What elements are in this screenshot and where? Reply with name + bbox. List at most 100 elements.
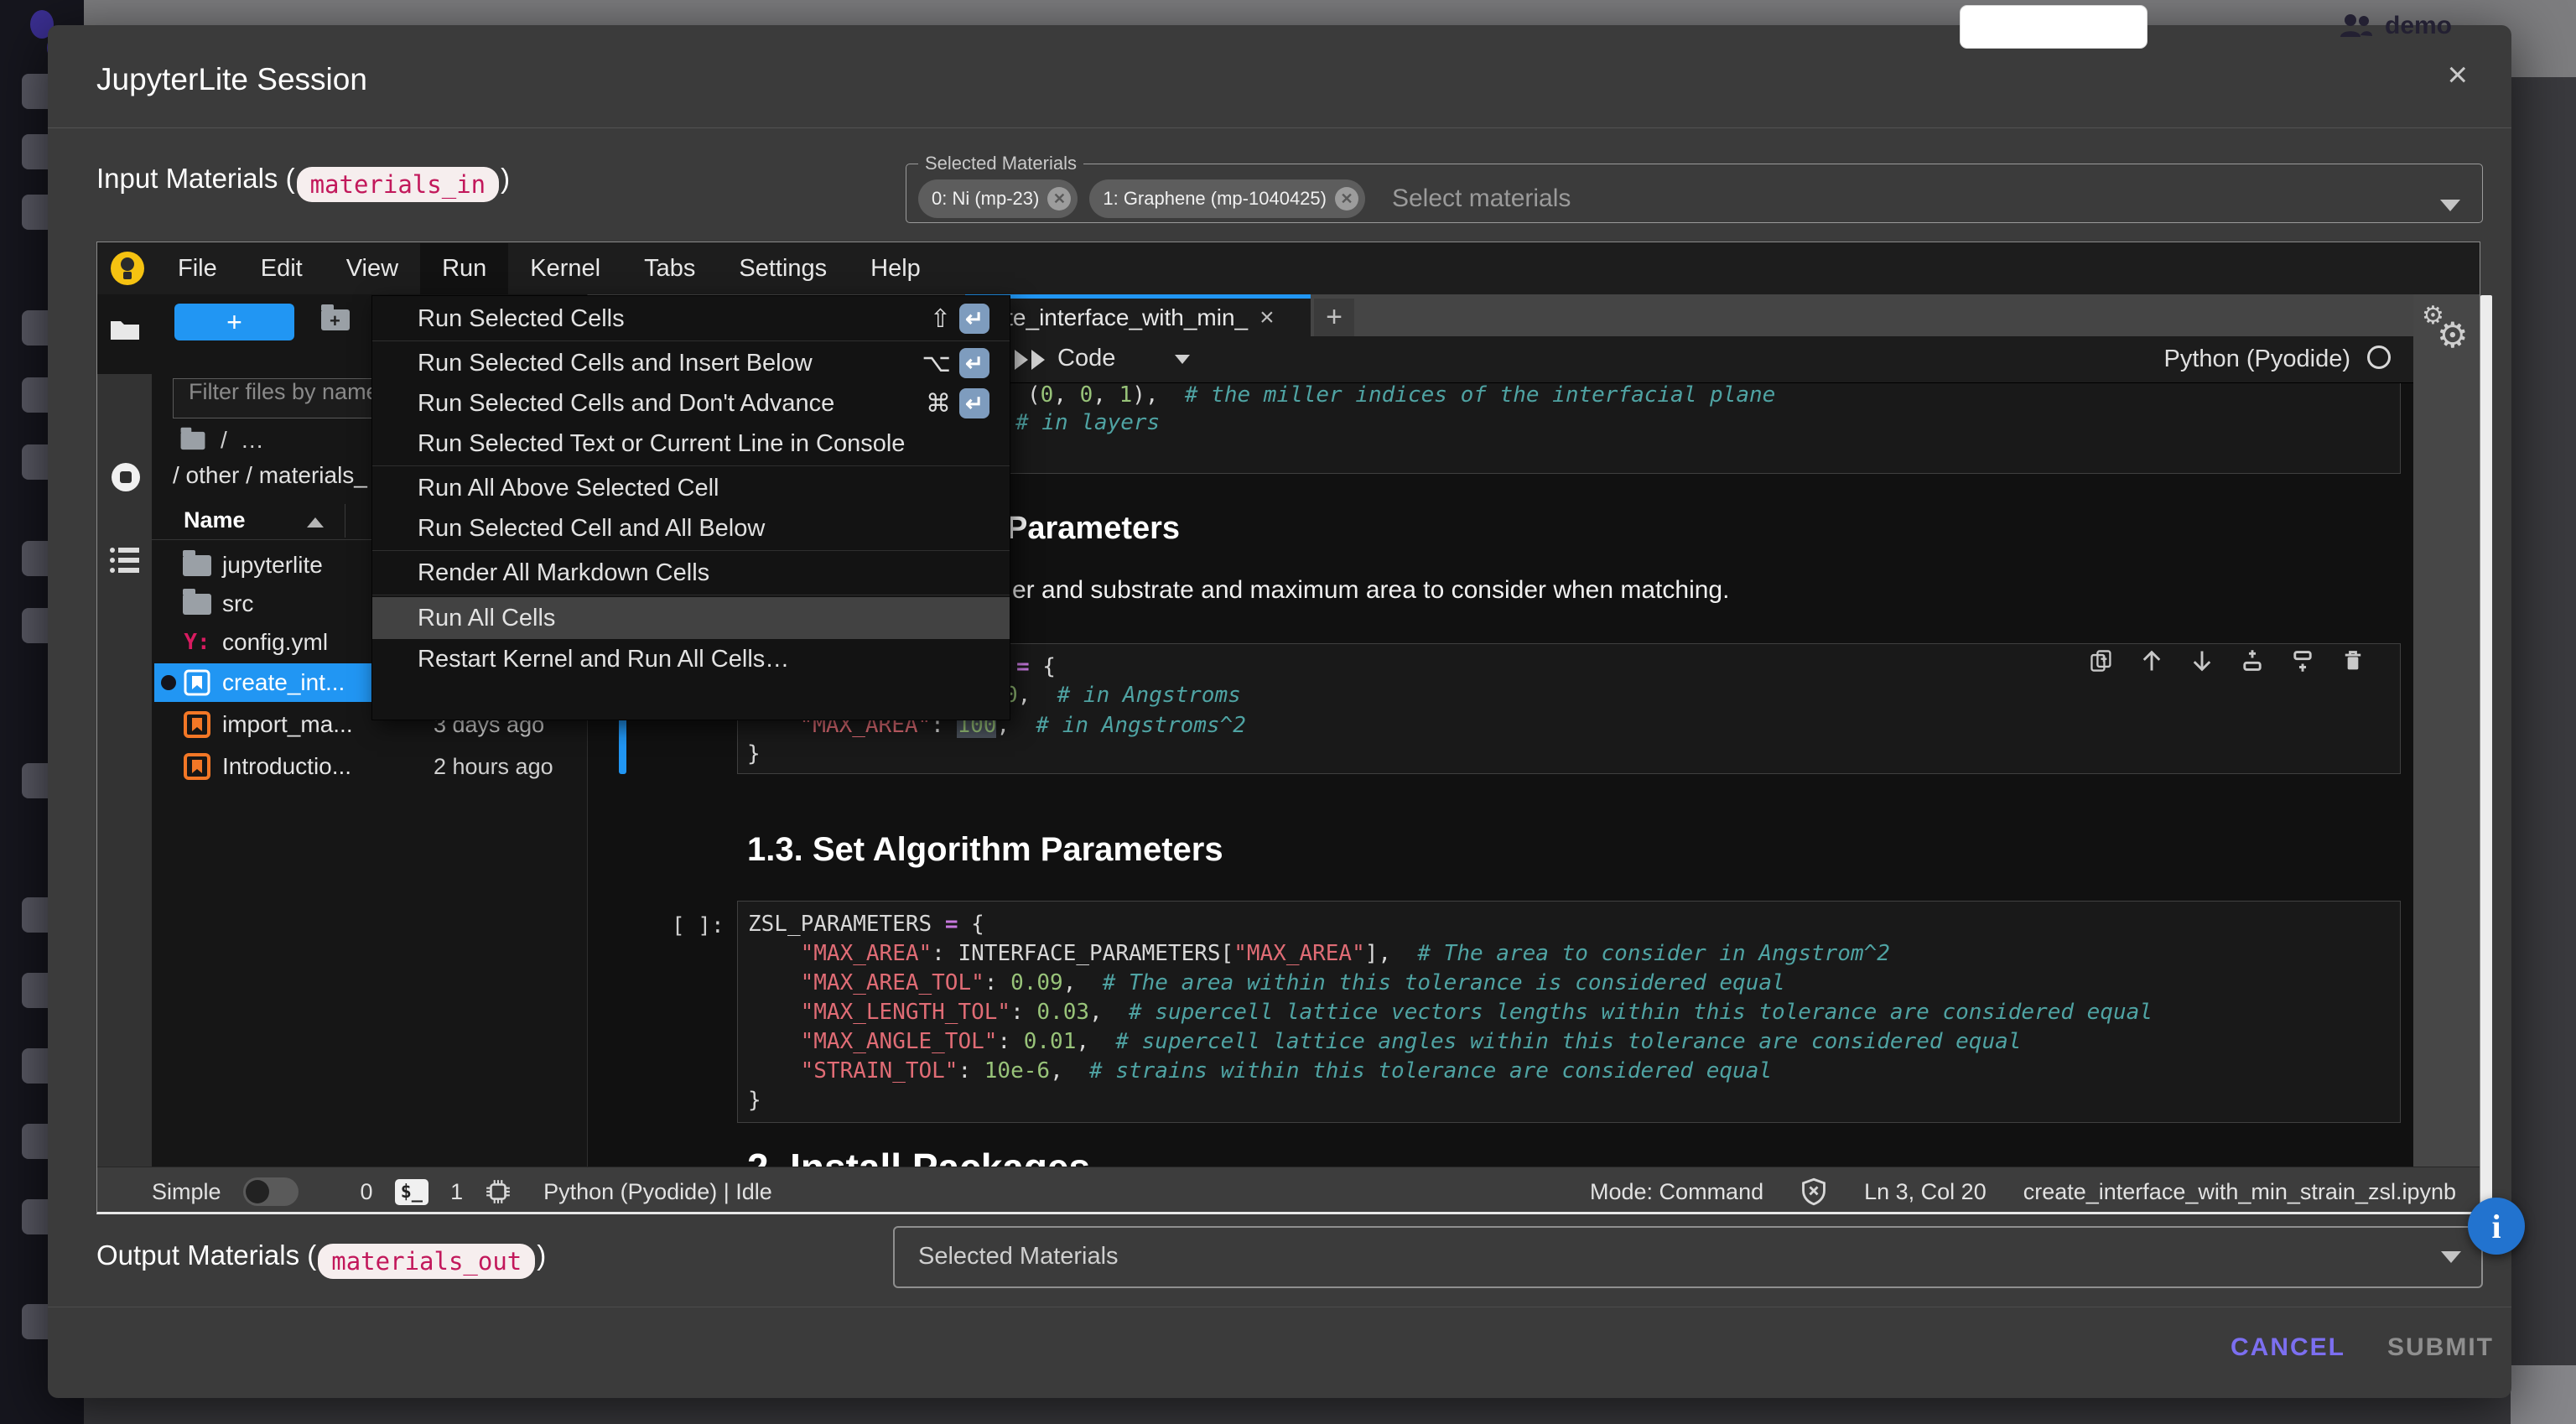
selected-materials-field[interactable]: Selected Materials 0: Ni (mp-23) ✕ 1: Gr… [906, 153, 2483, 223]
fast-forward-icon[interactable] [1011, 348, 1048, 372]
code-line[interactable]: = { [1016, 652, 1056, 682]
new-folder-icon: + [321, 309, 350, 330]
chip-remove-icon[interactable]: ✕ [1047, 187, 1071, 210]
code-line[interactable]: "MAX_LENGTH_TOL": 0.03, # supercell latt… [748, 998, 2390, 1027]
folder-icon [183, 594, 211, 615]
code-line[interactable]: } [748, 1086, 2390, 1115]
section-heading-partial: Parameters [1006, 511, 1180, 547]
cancel-button[interactable]: CANCEL [2231, 1333, 2345, 1362]
table-of-contents-tab-icon[interactable] [109, 546, 141, 574]
menu-tabs[interactable]: Tabs [622, 243, 717, 294]
material-chip[interactable]: 1: Graphene (mp-1040425) ✕ [1089, 179, 1365, 218]
menu-item-run-text-in-console[interactable]: Run Selected Text or Current Line in Con… [372, 424, 1010, 464]
scrollbar[interactable] [2480, 295, 2492, 1214]
user-menu[interactable]: demo [2338, 12, 2452, 40]
chevron-down-icon[interactable] [2440, 200, 2460, 211]
simple-mode-label: Simple [152, 1179, 221, 1205]
menu-run[interactable]: Run [420, 243, 508, 294]
info-button[interactable]: i [2468, 1198, 2525, 1255]
paren: ) [501, 163, 510, 194]
menu-kernel[interactable]: Kernel [508, 243, 622, 294]
code-line[interactable]: # in layers [1015, 408, 1160, 438]
code-cell-zsl-parameters[interactable]: ZSL_PARAMETERS = { "MAX_AREA": INTERFACE… [737, 901, 2401, 1123]
code-line[interactable]: "MAX_AREA": INTERFACE_PARAMETERS["MAX_AR… [748, 939, 2390, 969]
material-chip[interactable]: 0: Ni (mp-23) ✕ [918, 179, 1078, 218]
menu-edit[interactable]: Edit [239, 243, 325, 294]
new-folder-button[interactable]: + [321, 309, 350, 330]
menu-item-run-insert-below[interactable]: Run Selected Cells and Insert Below ⌥↵ [372, 343, 1010, 383]
kernel-chip-icon[interactable] [485, 1178, 512, 1205]
folder-icon [183, 555, 211, 576]
terminal-icon[interactable]: $_ [395, 1179, 429, 1205]
code-line[interactable]: ZSL_PARAMETERS = { [748, 910, 2390, 939]
running-kernels-tab-icon[interactable] [109, 460, 143, 494]
move-cell-down-icon[interactable] [2189, 648, 2215, 673]
menu-file[interactable]: File [156, 243, 239, 294]
menu-help[interactable]: Help [849, 243, 943, 294]
jupyter-statusbar: Simple 0 $_ 1 Python (Pyodide) | Idle Mo… [97, 1167, 2480, 1214]
menu-item-run-all-below[interactable]: Run Selected Cell and All Below [372, 508, 1010, 548]
code-line[interactable]: "STRAIN_TOL": 10e-6, # strains within th… [748, 1057, 2390, 1086]
delete-cell-icon[interactable] [2340, 648, 2366, 673]
file-name: import_ma... [222, 711, 353, 738]
menu-item-label: Run All Above Selected Cell [418, 475, 719, 502]
menu-item-run-all-above[interactable]: Run All Above Selected Cell [372, 468, 1010, 508]
new-tab-button[interactable]: + [1314, 299, 1354, 336]
output-materials-dropdown[interactable]: Selected Materials [893, 1226, 2483, 1288]
duplicate-cell-icon[interactable] [2089, 648, 2114, 673]
menu-item-run-selected-cells[interactable]: Run Selected Cells ⇧↵ [372, 299, 1010, 339]
cursor-position[interactable]: Ln 3, Col 20 [1864, 1179, 1987, 1205]
notebook-tab[interactable]: eate_interface_with_min_ × [965, 294, 1311, 336]
simple-mode-toggle[interactable] [243, 1177, 299, 1206]
menu-divider [372, 340, 1010, 341]
materials-out-pill: materials_out [318, 1244, 535, 1279]
cell-type-dropdown[interactable]: Code [1057, 345, 1115, 372]
return-key-icon: ↵ [959, 348, 989, 378]
breadcrumb-path[interactable]: / other / materials_ [173, 462, 367, 489]
cell-toolbar [2089, 648, 2366, 673]
code-line[interactable]: 0, # in Angstroms [1005, 681, 1241, 710]
section-heading: 1.3. Set Algorithm Parameters [747, 831, 1223, 869]
input-materials-text: Input Materials ( [96, 163, 295, 194]
code-line[interactable]: "MAX_ANGLE_TOL": 0.01, # supercell latti… [748, 1027, 2390, 1057]
insert-cell-above-icon[interactable] [2240, 648, 2265, 673]
chip-remove-icon[interactable]: ✕ [1335, 187, 1358, 210]
menu-item-label: Run Selected Cells [418, 305, 625, 333]
menu-item-run-dont-advance[interactable]: Run Selected Cells and Don't Advance ⌘↵ [372, 383, 1010, 424]
tab-close-icon[interactable]: × [1259, 304, 1275, 332]
breadcrumb-root[interactable]: / [221, 427, 227, 454]
name-column-header[interactable]: Name [184, 507, 246, 533]
new-launcher-button[interactable]: + [174, 304, 294, 340]
menu-settings[interactable]: Settings [717, 243, 849, 294]
kernel-status-icon[interactable] [2367, 346, 2391, 369]
close-icon[interactable]: × [2447, 57, 2468, 92]
menu-view[interactable]: View [325, 243, 420, 294]
code-line[interactable]: (0, 0, 1), # the miller indices of the i… [1027, 383, 1775, 410]
kernel-status-text[interactable]: Python (Pyodide) | Idle [543, 1179, 772, 1205]
move-cell-up-icon[interactable] [2139, 648, 2164, 673]
menu-divider [372, 550, 1010, 551]
search-box[interactable] [1960, 5, 2148, 49]
breadcrumb-ellipsis[interactable]: … [241, 427, 264, 454]
code-line[interactable]: } [747, 740, 761, 769]
folder-icon [181, 431, 205, 449]
insert-cell-below-icon[interactable] [2290, 648, 2315, 673]
menu-item-restart-run-all[interactable]: Restart Kernel and Run All Cells… [372, 639, 1010, 679]
file-browser-tab-icon[interactable] [109, 316, 141, 341]
mode-indicator[interactable]: Mode: Command [1590, 1179, 1763, 1205]
submit-button[interactable]: SUBMIT [2387, 1333, 2494, 1362]
chip-label: 0: Ni (mp-23) [932, 188, 1039, 210]
breadcrumb[interactable]: / … [179, 427, 264, 454]
code-line[interactable]: "MAX_AREA_TOL": 0.09, # The area within … [748, 969, 2390, 998]
menu-item-render-markdown[interactable]: Render All Markdown Cells [372, 553, 1010, 593]
terminal-count[interactable]: 0 [361, 1179, 373, 1205]
menu-item-run-all-cells[interactable]: Run All Cells [372, 597, 1010, 639]
statusbar-filename: create_interface_with_min_strain_zsl.ipy… [2023, 1179, 2456, 1205]
file-row-introduction[interactable]: Introductio... 2 hours ago [154, 747, 585, 786]
cell-prompt: [ ]: [672, 913, 724, 938]
kernel-name-button[interactable]: Python (Pyodide) [2164, 346, 2350, 373]
divider [48, 127, 2511, 128]
notifications-off-icon[interactable] [1800, 1177, 1827, 1206]
kernel-count[interactable]: 1 [450, 1179, 463, 1205]
chevron-down-icon[interactable] [1175, 355, 1190, 364]
